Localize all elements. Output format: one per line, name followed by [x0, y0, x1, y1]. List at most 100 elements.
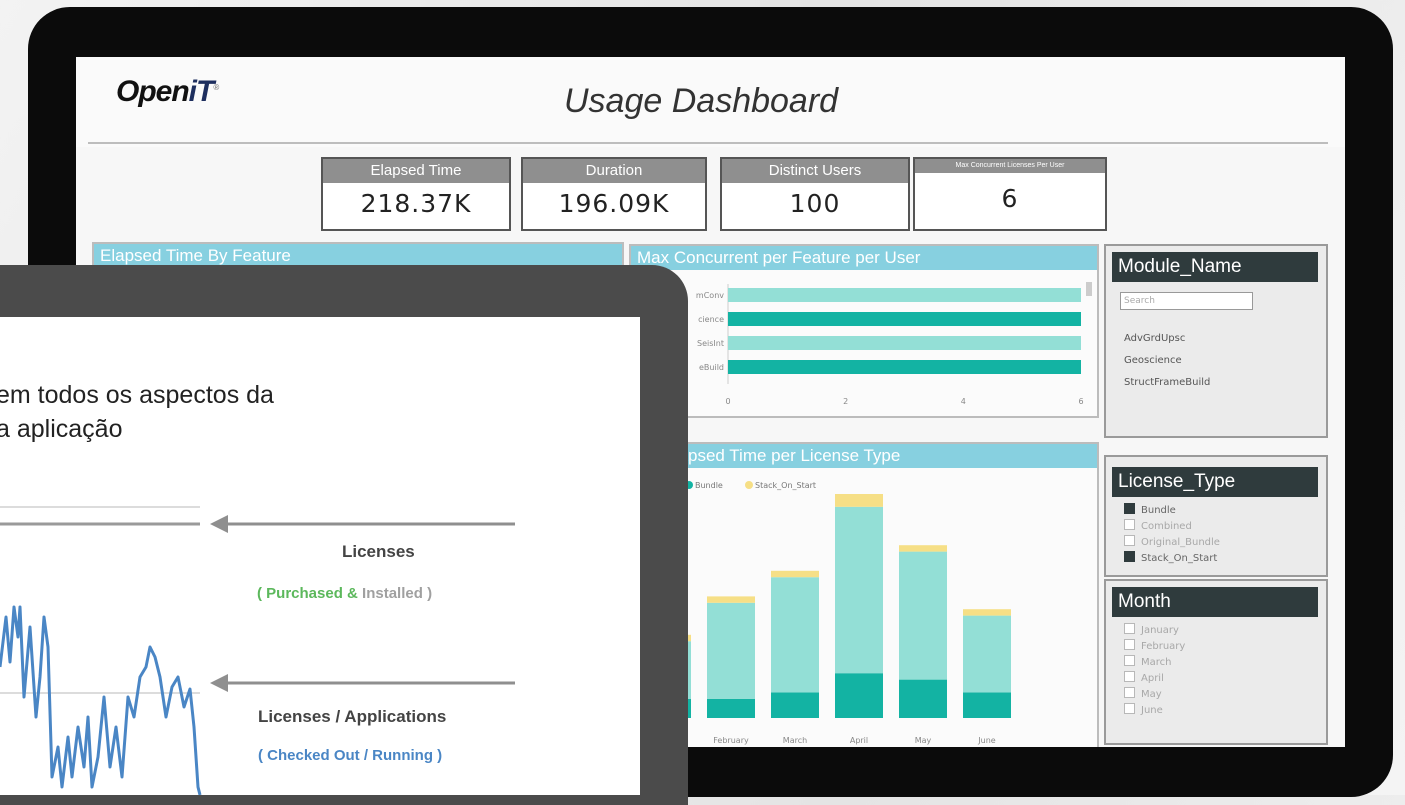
bar-segment	[707, 698, 755, 718]
slicer-checkbox-item[interactable]: May	[1124, 687, 1326, 703]
bar-segment	[899, 551, 947, 680]
checkbox-label: January	[1141, 625, 1179, 636]
kpi-value: 6	[1001, 184, 1019, 213]
slicer-checkbox-item[interactable]: Stack_On_Start	[1124, 551, 1326, 567]
kpi-value: 100	[789, 189, 841, 218]
elapsed-by-license-chart: eBundleStack_On_StartJanuaryFebruaryMarc…	[641, 481, 1011, 745]
bar-segment	[963, 609, 1011, 616]
kpi-max-concurrent: Max Concurrent Licenses Per User 6	[913, 157, 1107, 231]
usage-line	[0, 605, 202, 795]
logo-mark: ®	[213, 83, 219, 92]
kpi-duration: Duration 196.09K	[521, 157, 707, 231]
page-title: Usage Dashboard	[564, 82, 839, 120]
checkbox-icon[interactable]	[1124, 519, 1135, 530]
search-input[interactable]: Search	[1120, 292, 1253, 310]
tablet-overlay-screen: em todos os aspectos da a aplicação Lice…	[0, 317, 640, 795]
slicer-checkbox-item[interactable]: April	[1124, 671, 1326, 687]
checkbox-icon[interactable]	[1124, 671, 1135, 682]
tick-label: 2	[843, 397, 848, 406]
apps-label: Licenses / Applications	[258, 707, 447, 726]
category-label: cience	[698, 315, 724, 324]
legend-dot	[745, 481, 753, 489]
bar	[728, 336, 1081, 350]
slicer-item[interactable]: AdvGrdUpsc	[1124, 328, 1326, 350]
slicer-license-type: License_Type Bundle Combined Original_Bund…	[1104, 455, 1328, 577]
category-label: March	[783, 736, 807, 745]
logo-open: Open	[116, 75, 190, 108]
checkbox-icon[interactable]	[1124, 639, 1135, 650]
checkbox-icon[interactable]	[1124, 503, 1135, 514]
month-list: January February March April May June	[1106, 623, 1326, 719]
bar-segment	[899, 545, 947, 552]
tick-label: 0	[725, 397, 730, 406]
checkbox-label: Bundle	[1141, 505, 1176, 516]
kpi-label: Max Concurrent Licenses Per User	[915, 159, 1105, 173]
checkbox-label: Stack_On_Start	[1141, 553, 1218, 564]
checkbox-label: February	[1141, 641, 1186, 652]
bar-segment	[835, 506, 883, 674]
arrow-head-icon	[210, 674, 228, 692]
kpi-value: 218.37K	[360, 189, 472, 218]
slicer-checkbox-item[interactable]: Original_Bundle	[1124, 535, 1326, 551]
checkbox-label: March	[1141, 657, 1172, 668]
checkbox-icon[interactable]	[1124, 535, 1135, 546]
installed-label: Installed )	[362, 585, 433, 602]
openit-logo: OpeniT®	[116, 75, 219, 109]
checkbox-label: June	[1141, 705, 1163, 716]
max-concurrent-chart: mConv cience SeisInt eBuild 0 2 4 6	[696, 282, 1092, 406]
slicer-checkbox-item[interactable]: February	[1124, 639, 1326, 655]
category-label: mConv	[696, 291, 724, 300]
checkbox-label: Combined	[1141, 521, 1192, 532]
slicer-month: Month January February March April May June	[1104, 579, 1328, 745]
tick-label: 6	[1078, 397, 1083, 406]
bar-segment	[707, 596, 755, 603]
kpi-value: 196.09K	[558, 189, 670, 218]
bar	[728, 288, 1081, 302]
kpi-label: Elapsed Time	[323, 159, 509, 183]
slicer-module-name: Module_Name Search AdvGrdUpsc Geoscience…	[1104, 244, 1328, 438]
bar-segment	[835, 494, 883, 507]
panel-max-concurrent: Max Concurrent per Feature per User mCon…	[629, 244, 1099, 418]
slicer-item[interactable]: StructFrameBuild	[1124, 372, 1326, 394]
slicer-title: Module_Name	[1112, 252, 1318, 282]
slicer-checkbox-item[interactable]: January	[1124, 623, 1326, 639]
category-label: April	[850, 736, 868, 745]
slicer-title: Month	[1112, 587, 1318, 617]
slicer-checkbox-item[interactable]: Combined	[1124, 519, 1326, 535]
purchased-installed-label: ( Purchased & Installed )	[257, 585, 432, 602]
category-label: May	[915, 736, 932, 745]
kpi-label: Duration	[523, 159, 705, 183]
checkbox-icon[interactable]	[1124, 703, 1135, 714]
category-label: February	[713, 736, 749, 745]
bar-segment	[771, 577, 819, 693]
bar	[728, 312, 1081, 326]
kpi-elapsed-time: Elapsed Time 218.37K	[321, 157, 511, 231]
scrollbar-thumb	[1086, 282, 1092, 296]
kpi-distinct-users: Distinct Users 100	[720, 157, 910, 231]
tick-label: 4	[961, 397, 966, 406]
slicer-title: License_Type	[1112, 467, 1318, 497]
checkbox-label: Original_Bundle	[1141, 537, 1220, 548]
panel-title: les Elapsed Time per License Type	[631, 444, 1097, 468]
slicer-checkbox-item[interactable]: Bundle	[1124, 503, 1326, 519]
bar-segment	[835, 673, 883, 718]
slicer-item[interactable]: Geoscience	[1124, 350, 1326, 372]
slicer-checkbox-item[interactable]: June	[1124, 703, 1326, 719]
category-label: eBuild	[699, 363, 724, 372]
checkbox-icon[interactable]	[1124, 551, 1135, 562]
category-label: SeisInt	[697, 339, 724, 348]
header-divider	[88, 142, 1328, 144]
bar-segment	[963, 615, 1011, 693]
licenses-label: Licenses	[342, 542, 415, 561]
panel-title: Max Concurrent per Feature per User	[631, 246, 1097, 270]
license-type-list: Bundle Combined Original_Bundle Stack_On_St…	[1106, 503, 1326, 567]
checkbox-icon[interactable]	[1124, 623, 1135, 634]
bar-segment	[771, 692, 819, 718]
bar-segment	[899, 679, 947, 718]
checkbox-icon[interactable]	[1124, 687, 1135, 698]
slicer-checkbox-item[interactable]: March	[1124, 655, 1326, 671]
checkbox-icon[interactable]	[1124, 655, 1135, 666]
kpi-label: Distinct Users	[722, 159, 908, 183]
legend-label: Stack_On_Start	[755, 481, 816, 490]
apps-sub-label: ( Checked Out / Running )	[258, 747, 443, 764]
